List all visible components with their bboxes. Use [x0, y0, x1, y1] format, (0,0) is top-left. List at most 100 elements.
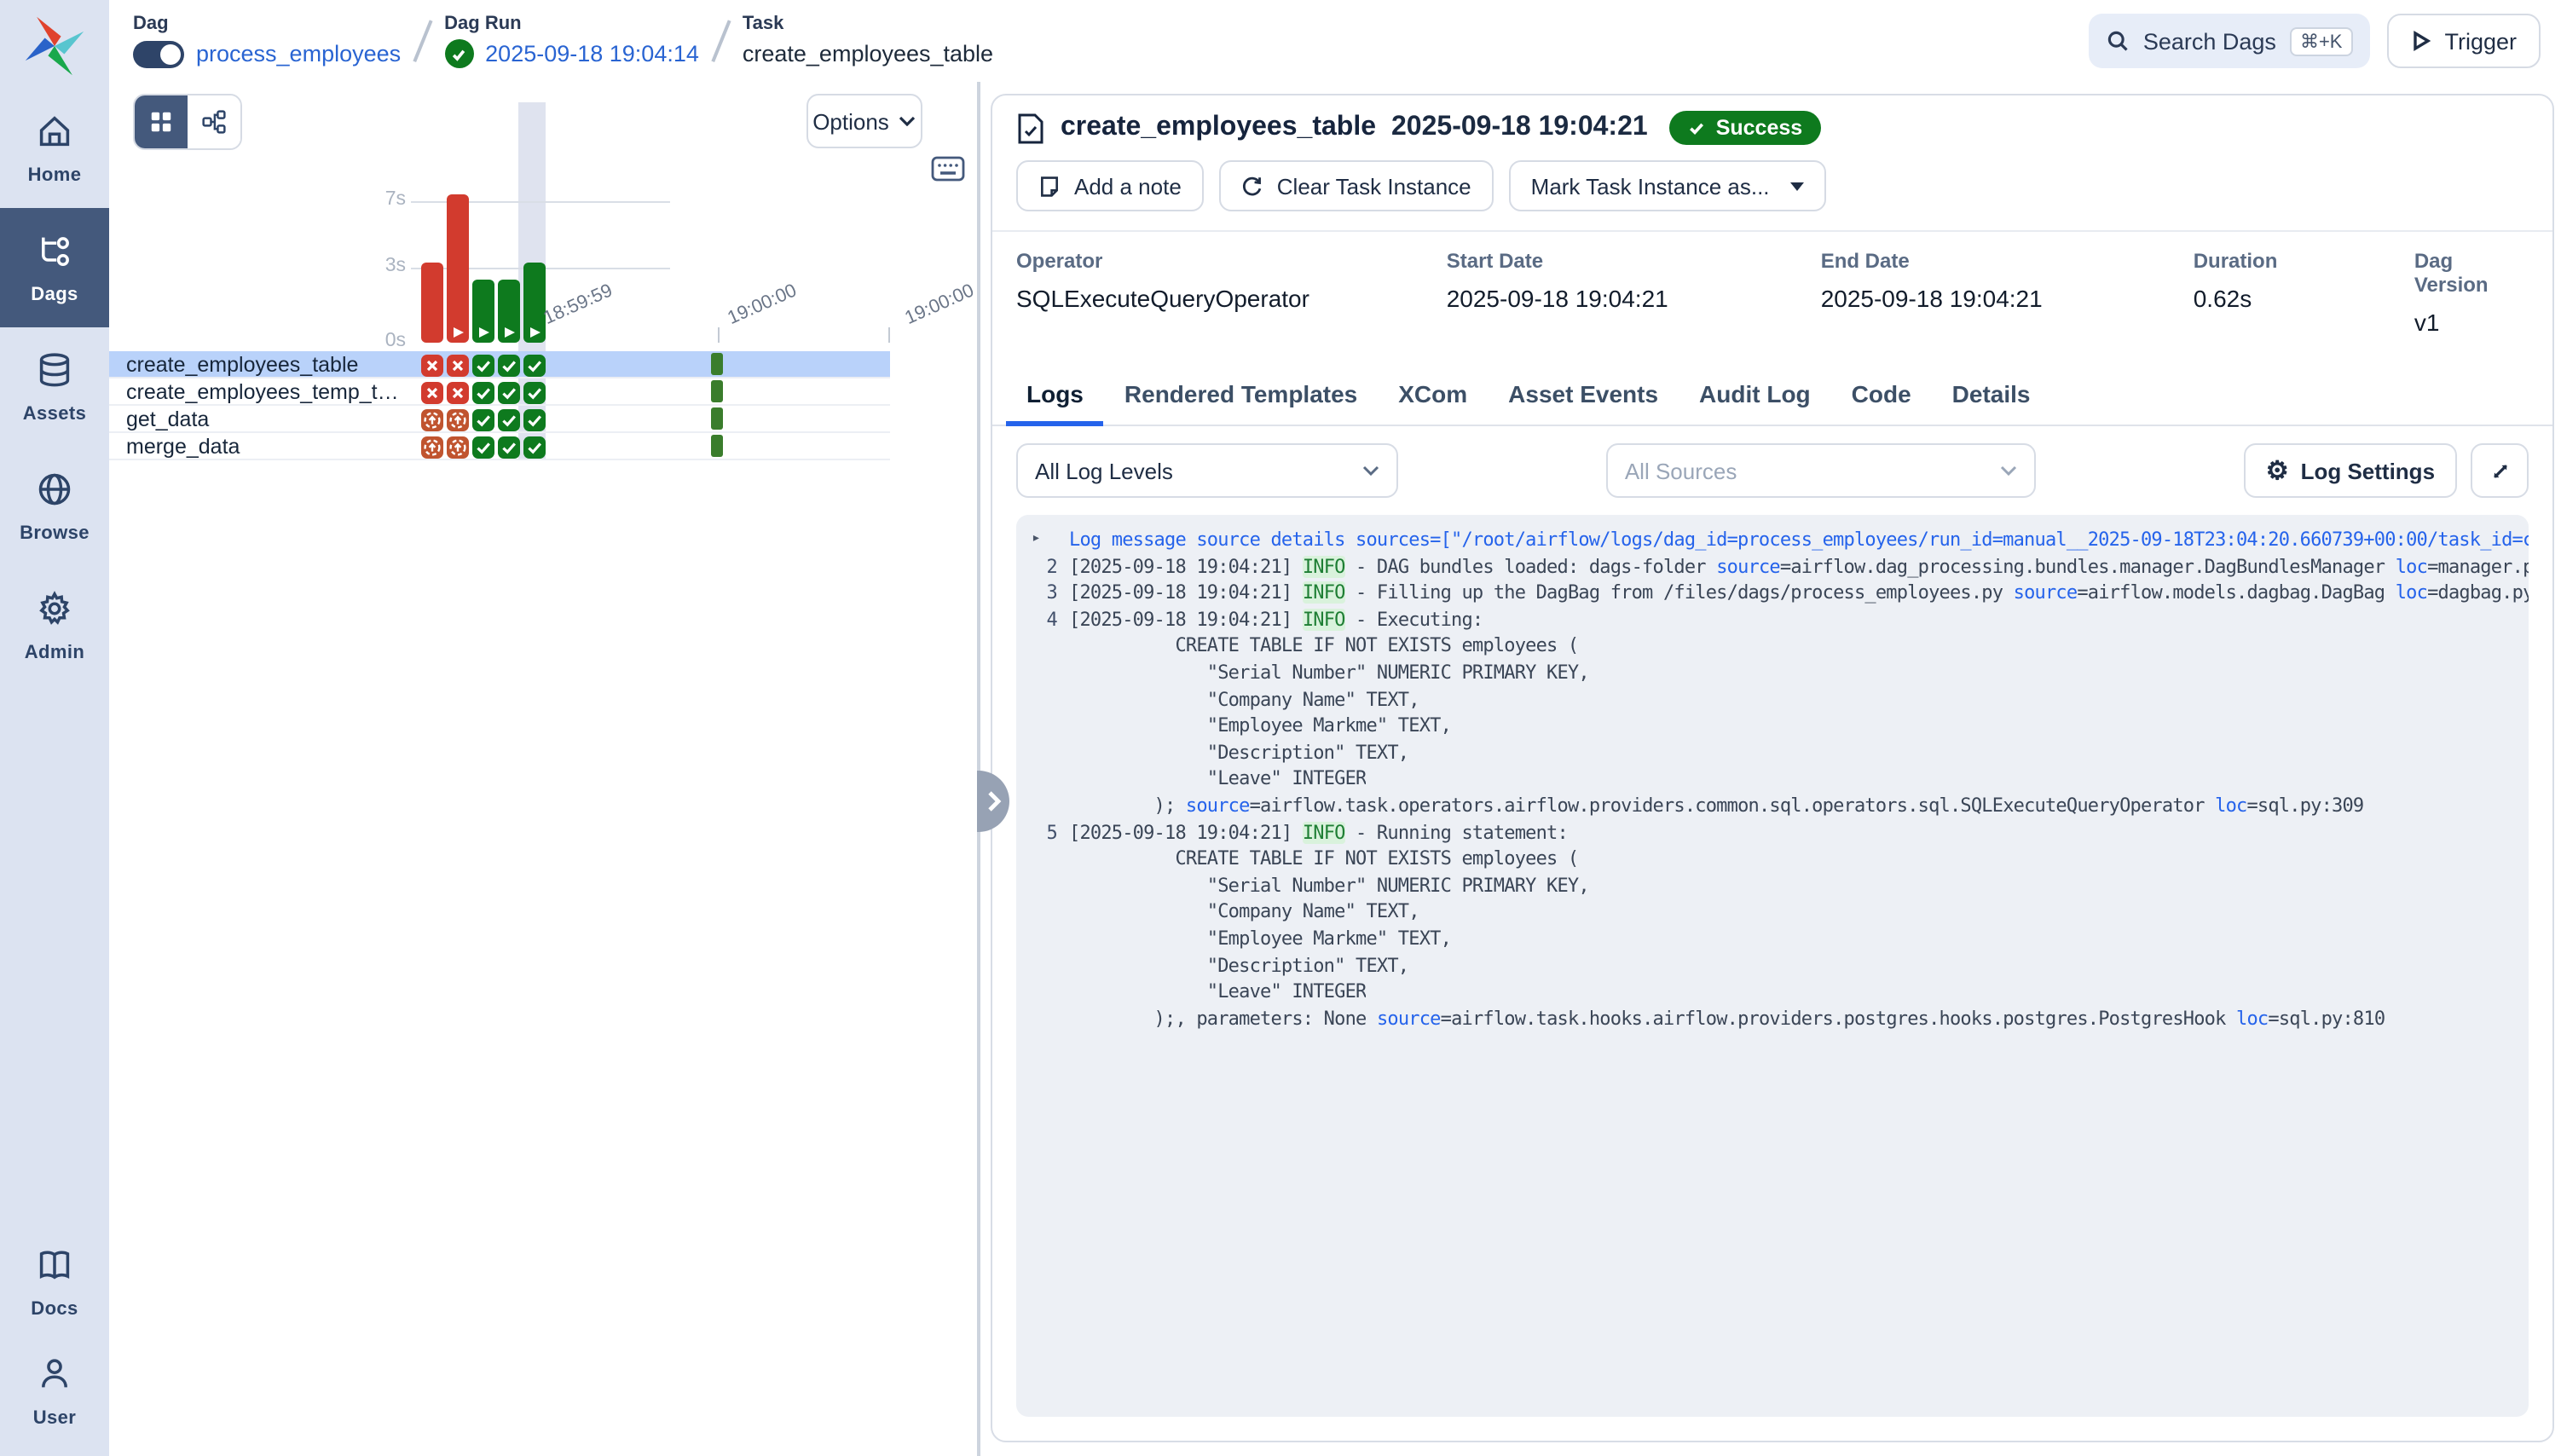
log-line-number: 3 [1028, 580, 1069, 606]
sidebar-item-label: Docs [31, 1298, 78, 1319]
caret-down-icon [1790, 182, 1804, 190]
panel-splitter[interactable] [977, 82, 980, 1456]
task-instance-success-icon[interactable] [498, 436, 520, 458]
task-instance-retry-icon[interactable] [447, 436, 469, 458]
home-icon [36, 112, 73, 158]
tab-rendered-templates[interactable]: Rendered Templates [1104, 365, 1378, 425]
log-line-number: 5 [1028, 819, 1069, 846]
run-bar-2-failed[interactable] [447, 194, 469, 343]
task-instance-success-icon[interactable] [523, 436, 546, 458]
docs-icon [36, 1245, 73, 1291]
sidebar-item-docs[interactable]: Docs [0, 1228, 109, 1337]
task-instance-success-icon[interactable] [472, 381, 494, 403]
log-expand-triangle-icon[interactable]: ▸ [1028, 527, 1069, 553]
meta-label: Start Date [1447, 249, 1821, 273]
meta-value: 0.62s [2194, 285, 2414, 312]
dagrun-link[interactable]: 2025-09-18 19:04:14 [485, 41, 699, 66]
task-instance-success-icon[interactable] [472, 436, 494, 458]
run-bar-3-success[interactable] [472, 280, 494, 343]
run-bar-5-success[interactable] [523, 263, 546, 343]
meta-label: Operator [1016, 249, 1447, 273]
task-instance-retry-icon[interactable] [421, 436, 443, 458]
task-instance-failed-icon[interactable] [447, 381, 469, 403]
task-row-create_employees_table[interactable]: create_employees_table [109, 351, 890, 378]
log-summary-line[interactable]: ▸Log message source details sources=["/r… [1028, 527, 2529, 553]
latest-run-success-bar[interactable] [711, 435, 723, 457]
log-line-number [1028, 979, 1069, 1005]
options-button[interactable]: Options [806, 94, 922, 148]
browse-icon [36, 470, 73, 516]
tab-details[interactable]: Details [1932, 365, 2051, 425]
search-dags-button[interactable]: Search Dags ⌘+K [2089, 14, 2370, 68]
latest-run-success-bar[interactable] [711, 353, 723, 375]
tab-xcom[interactable]: XCom [1378, 365, 1488, 425]
breadcrumb-separator [711, 20, 730, 61]
task-instance-success-icon[interactable] [472, 354, 494, 376]
log-sources-select[interactable]: All Sources [1606, 443, 2036, 498]
tab-logs[interactable]: Logs [1006, 365, 1104, 425]
sidebar-item-admin[interactable]: Admin [0, 566, 109, 685]
log-line-number [1028, 766, 1069, 793]
dag-pause-toggle[interactable] [133, 40, 184, 67]
task-instance-success-icon[interactable] [523, 381, 546, 403]
task-instance-success-icon[interactable] [523, 354, 546, 376]
grid-view-button[interactable] [135, 95, 188, 148]
task-name-label: create_employees_table [126, 353, 358, 377]
sidebar-item-user[interactable]: User [0, 1337, 109, 1446]
sidebar-item-browse[interactable]: Browse [0, 447, 109, 566]
sidebar-item-dags[interactable]: Dags [0, 208, 109, 327]
log-output[interactable]: ▸Log message source details sources=["/r… [1016, 515, 2529, 1417]
log-line-number [1028, 740, 1069, 766]
task-instance-retry-icon[interactable] [421, 408, 443, 430]
run-bar-1-failed[interactable] [421, 263, 443, 343]
log-line-text: "Leave" INTEGER [1069, 979, 1366, 1005]
status-badge-label: Success [1716, 116, 1802, 140]
task-instance-success-icon[interactable] [498, 354, 520, 376]
trigger-label: Trigger [2444, 28, 2517, 54]
task-instance-success-icon[interactable] [498, 381, 520, 403]
x-axis-tick [718, 327, 720, 343]
log-line-number [1028, 899, 1069, 926]
tab-audit-log[interactable]: Audit Log [1679, 365, 1831, 425]
sidebar: HomeDagsAssetsBrowseAdmin Docs User [0, 0, 109, 1456]
log-line-number: 4 [1028, 607, 1069, 633]
task-instance-success-icon[interactable] [498, 408, 520, 430]
task-instance-panel: create_employees_table 2025-09-18 19:04:… [980, 82, 2561, 1456]
task-instance-failed-icon[interactable] [421, 381, 443, 403]
log-line: "Leave" INTEGER [1028, 766, 2529, 793]
log-line-text: );, parameters: None source=airflow.task… [1069, 1005, 2385, 1031]
dags-icon [36, 231, 73, 277]
log-line: 4[2025-09-18 19:04:21] INFO - Executing: [1028, 607, 2529, 633]
add-note-button[interactable]: Add a note [1016, 160, 1204, 211]
dag-name-link[interactable]: process_employees [196, 41, 401, 66]
clear-task-instance-button[interactable]: Clear Task Instance [1219, 160, 1494, 211]
task-instance-retry-icon[interactable] [447, 408, 469, 430]
search-icon [2106, 29, 2130, 53]
mark-task-instance-as-button[interactable]: Mark Task Instance as... [1509, 160, 1826, 211]
log-line-text: "Company Name" TEXT, [1069, 899, 1419, 926]
graph-view-button[interactable] [188, 95, 240, 148]
airflow-logo-icon[interactable] [22, 14, 87, 78]
keyboard-shortcuts-icon[interactable] [931, 155, 965, 191]
task-row-create_employees_temp_t[interactable]: create_employees_temp_t… [109, 378, 890, 406]
task-instance-failed-icon[interactable] [447, 354, 469, 376]
task-row-get_data[interactable]: get_data [109, 406, 890, 433]
task-instance-success-icon[interactable] [523, 408, 546, 430]
tab-code[interactable]: Code [1831, 365, 1932, 425]
task-row-merge_data[interactable]: merge_data [109, 433, 890, 460]
trigger-button[interactable]: Trigger [2386, 14, 2541, 68]
latest-run-success-bar[interactable] [711, 407, 723, 430]
log-levels-select[interactable]: All Log Levels [1016, 443, 1398, 498]
task-instance-success-icon[interactable] [472, 408, 494, 430]
meta-end-date: End Date2025-09-18 19:04:21 [1821, 249, 2194, 336]
log-settings-button[interactable]: ⚙ Log Settings [2244, 443, 2457, 498]
run-bar-4-success[interactable] [498, 280, 520, 343]
assets-icon [36, 350, 73, 396]
task-instance-failed-icon[interactable] [421, 354, 443, 376]
sidebar-item-home[interactable]: Home [0, 89, 109, 208]
latest-run-success-bar[interactable] [711, 380, 723, 402]
sidebar-item-assets[interactable]: Assets [0, 327, 109, 447]
tab-asset-events[interactable]: Asset Events [1488, 365, 1679, 425]
fullscreen-log-button[interactable] [2471, 443, 2529, 498]
task-list: create_employees_tablecreate_employees_t… [109, 351, 890, 460]
